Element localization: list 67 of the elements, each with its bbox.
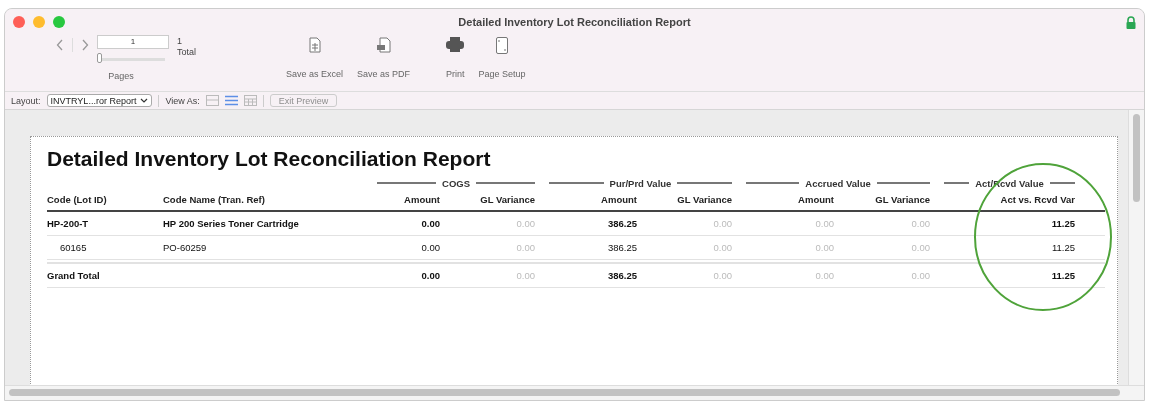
table-cell-text: 386.25: [606, 218, 637, 229]
toolbar-button[interactable]: Save as PDF: [352, 35, 416, 81]
table-cell-text: Grand Total: [47, 270, 101, 281]
close-button[interactable]: [13, 16, 25, 28]
layout-dropdown[interactable]: INVTRYL...ror Report: [46, 94, 153, 107]
table-cell-text: 0.00: [910, 270, 930, 281]
column-header: Amount: [797, 193, 834, 207]
printer-icon: [446, 37, 465, 52]
table-cell-text: 60165: [59, 242, 88, 253]
layout-label: Layout:: [11, 95, 41, 106]
list-view-icon[interactable]: [224, 95, 238, 106]
page-icon: [496, 37, 509, 54]
lock-icon: [1126, 15, 1136, 29]
table-cell-text: 0.00: [910, 218, 930, 229]
column-header: Amount: [403, 193, 440, 207]
forward-icon[interactable]: [81, 39, 89, 51]
group-header: COGS: [442, 177, 470, 189]
column-header: GL Variance: [479, 193, 535, 207]
table-view-icon[interactable]: [243, 95, 257, 106]
back-icon[interactable]: [56, 39, 64, 51]
column-header: Act vs. Rcvd Var: [999, 193, 1075, 207]
vertical-scrollbar[interactable]: [1128, 110, 1144, 385]
table-cell-text: 0.00: [814, 270, 834, 281]
column-header: Amount: [600, 193, 637, 207]
toolbar-button[interactable]: Print: [441, 35, 470, 81]
table-cell-text: PO-60259: [163, 242, 208, 253]
table-cell-text: 0.00: [515, 218, 535, 229]
view-as-label: View As:: [165, 95, 200, 106]
table-cell-text: 0.00: [420, 270, 440, 281]
zoom-button[interactable]: [53, 16, 65, 28]
table-cell-text: 0.00: [910, 242, 930, 253]
window-title: Detailed Inventory Lot Reconciliation Report: [457, 16, 692, 28]
table-cell-text: 0.00: [712, 218, 732, 229]
report-title: Detailed Inventory Lot Reconciliation Report: [47, 147, 492, 171]
chevron-icon: [140, 98, 149, 103]
table-cell-text: 11.25: [1050, 242, 1075, 253]
column-header: GL Variance: [676, 193, 732, 207]
table-cell-text: 386.25: [606, 242, 637, 253]
table-cell-text: 0.00: [420, 218, 440, 229]
toolbar-button[interactable]: Page Setup: [473, 35, 531, 81]
horizontal-scrollbar[interactable]: [5, 385, 1144, 400]
spreadsheet-icon: [308, 37, 321, 53]
table-cell-text: 0.00: [814, 218, 834, 229]
column-header: Code (Lot ID): [47, 193, 108, 207]
page-count: 1: [177, 36, 183, 47]
total-label: Total: [177, 47, 196, 58]
page-field[interactable]: 1: [97, 35, 169, 49]
table-cell-text: 386.25: [606, 270, 637, 281]
table-cell-text: 0.00: [712, 242, 732, 253]
table-cell-text: 0.00: [515, 270, 535, 281]
group-header: Accrued Value: [805, 177, 871, 189]
table-cell-text: 0.00: [814, 242, 834, 253]
toolbar-button[interactable]: Save as Excel: [281, 35, 349, 81]
column-header: GL Variance: [874, 193, 930, 207]
group-header: Pur/Prd Value: [609, 177, 672, 189]
table-cell-text: 0.00: [712, 270, 732, 281]
form-view-icon[interactable]: [205, 95, 219, 106]
table-cell-text: 11.25: [1050, 270, 1075, 281]
table-cell-text: HP-200-T: [47, 218, 90, 229]
pages-label: Pages: [108, 71, 134, 81]
column-header: Code Name (Tran. Ref): [163, 193, 266, 207]
minimize-button[interactable]: [33, 16, 45, 28]
table-cell-text: 0.00: [515, 242, 535, 253]
table-cell-text: 0.00: [420, 242, 440, 253]
table-cell-text: HP 200 Series Toner Cartridge: [163, 218, 300, 229]
table-cell-text: 11.25: [1050, 218, 1075, 229]
document-icon: [375, 37, 392, 53]
